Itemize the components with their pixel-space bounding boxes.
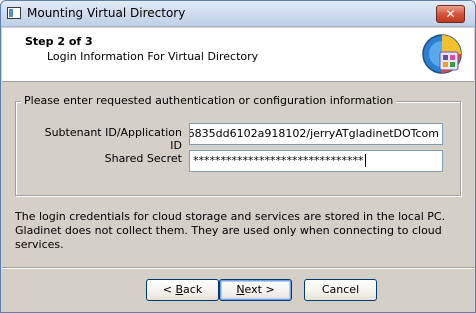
groupbox-caption: Please enter requested authentication or… (21, 94, 397, 107)
close-button[interactable]: ✕ (436, 5, 465, 23)
subtenant-id-label: Subtenant ID/Application ID (44, 126, 182, 152)
text-caret (364, 154, 366, 167)
footer-divider-highlight (2, 268, 474, 269)
cloud-wizard-icon (422, 34, 462, 74)
wizard-window: Mounting Virtual Directory ✕ Step 2 of 3… (0, 0, 476, 313)
next-button[interactable]: Next > (219, 279, 292, 301)
application-icon (7, 7, 21, 19)
title-bar[interactable]: Mounting Virtual Directory ✕ (1, 1, 475, 27)
next-button-rest: ext > (244, 283, 275, 296)
shared-secret-value: ******************************* (193, 154, 364, 167)
shared-secret-label: Shared Secret (104, 152, 182, 165)
wizard-header: Step 2 of 3 Login Information For Virtua… (2, 28, 474, 82)
window-title: Mounting Virtual Directory (27, 6, 186, 20)
step-title: Step 2 of 3 (25, 35, 93, 48)
step-subtitle: Login Information For Virtual Directory (47, 50, 259, 63)
shared-secret-input[interactable]: ******************************* (189, 150, 443, 172)
next-button-mnemonic: N (236, 283, 245, 296)
subtenant-id-value: ec4216835dd6102a918102/jerryATgladinetDO… (189, 127, 439, 140)
back-button-prefix: < (162, 283, 176, 296)
back-button-mnemonic: B (175, 283, 184, 296)
back-button[interactable]: < Back (146, 279, 219, 301)
privacy-notice: The login credentials for cloud storage … (15, 210, 446, 251)
cancel-button[interactable]: Cancel (304, 279, 377, 301)
back-button-rest: ack (183, 283, 203, 296)
subtenant-id-input[interactable]: ec4216835dd6102a918102/jerryATgladinetDO… (189, 123, 443, 145)
close-icon: ✕ (445, 7, 456, 21)
